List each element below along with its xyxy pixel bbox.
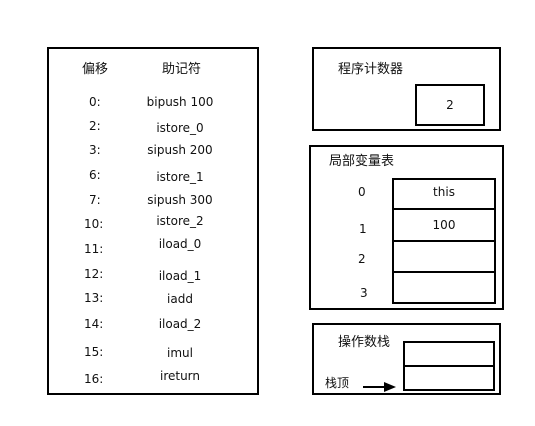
op-8: iadd [167, 292, 193, 306]
offset-8: 13: [84, 291, 104, 305]
op-0: bipush 100 [146, 95, 214, 109]
offset-1: 2: [89, 119, 101, 133]
op-6: iload_0 [158, 237, 202, 251]
offset-0: 0: [89, 95, 101, 109]
stack-slot-0 [403, 341, 495, 367]
offset-6: 11: [84, 242, 104, 256]
offset-4: 7: [89, 193, 101, 207]
slot-index-3: 3 [360, 286, 368, 300]
op-5: istore_2 [156, 214, 204, 228]
slot-3 [392, 271, 496, 304]
offset-9: 14: [84, 317, 104, 331]
program-counter-value: 2 [415, 84, 485, 126]
mnemonic-header: 助记符 [162, 62, 202, 77]
program-counter-title: 程序计数器 [338, 62, 404, 77]
offset-7: 12: [84, 267, 104, 281]
slot-index-2: 2 [358, 252, 366, 266]
op-1: istore_0 [156, 121, 204, 135]
offset-header: 偏移 [82, 62, 109, 77]
slot-index-0: 0 [358, 185, 366, 199]
op-10: imul [167, 346, 193, 360]
op-4: sipush 300 [147, 193, 213, 207]
offset-11: 16: [84, 372, 104, 386]
slot-0: this [392, 178, 496, 210]
op-2: sipush 200 [147, 143, 213, 157]
op-11: ireturn [159, 369, 201, 383]
op-3: istore_1 [156, 170, 204, 184]
local-variable-title: 局部变量表 [329, 154, 395, 169]
stack-top-arrow-icon [384, 382, 396, 392]
op-9: iload_2 [158, 317, 202, 331]
slot-2 [392, 240, 496, 273]
slot-1: 100 [392, 208, 496, 242]
op-7: iload_1 [158, 269, 202, 283]
stack-top-arrow-shaft [363, 386, 385, 388]
operand-stack-title: 操作数栈 [338, 335, 391, 350]
stack-top-label: 栈顶 [325, 376, 350, 390]
offset-2: 3: [89, 143, 101, 157]
slot-index-1: 1 [359, 222, 367, 236]
stack-slot-1 [403, 365, 495, 391]
offset-5: 10: [84, 217, 104, 231]
offset-10: 15: [84, 345, 104, 359]
offset-3: 6: [89, 168, 101, 182]
